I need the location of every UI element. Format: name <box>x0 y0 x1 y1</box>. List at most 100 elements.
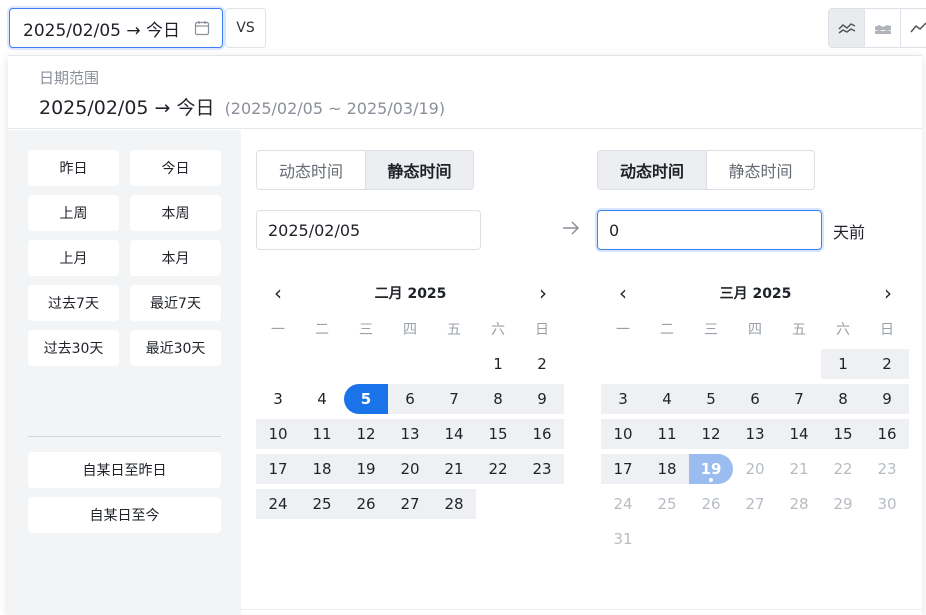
calendar-day[interactable]: 3 <box>256 384 300 414</box>
calendar-day[interactable]: 20 <box>388 454 432 484</box>
compare-button[interactable]: VS <box>225 8 266 48</box>
calendar-day[interactable]: 26 <box>344 489 388 519</box>
calendar-day[interactable]: 21 <box>777 454 821 484</box>
calendar-day[interactable]: 19 <box>344 454 388 484</box>
calendar-day[interactable]: 9 <box>520 384 564 414</box>
calendar-day[interactable]: 18 <box>300 454 344 484</box>
calendar-day[interactable]: 1 <box>476 349 520 379</box>
calendar-day[interactable]: 27 <box>733 489 777 519</box>
calendar-day[interactable]: 29 <box>821 489 865 519</box>
calendar-day[interactable]: 11 <box>300 419 344 449</box>
end-days-input[interactable]: 0 <box>597 210 822 250</box>
calendar-day[interactable]: 31 <box>601 524 645 554</box>
calendar-day[interactable]: 10 <box>601 419 645 449</box>
calendar-day[interactable]: 4 <box>300 384 344 414</box>
calendar-day[interactable]: 30 <box>865 489 909 519</box>
prev-month-button[interactable]: ‹ <box>266 281 290 305</box>
calendar-day[interactable]: 17 <box>256 454 300 484</box>
calendar-day[interactable]: 17 <box>601 454 645 484</box>
calendar-day[interactable]: 14 <box>432 419 476 449</box>
quick-yesterday-button[interactable]: 昨日 <box>28 150 119 186</box>
quick-since-to-yesterday-button[interactable]: 自某日至昨日 <box>28 452 221 488</box>
calendar-day[interactable]: 15 <box>476 419 520 449</box>
weekday-label: 一 <box>616 322 630 338</box>
calendar-day[interactable]: 23 <box>865 454 909 484</box>
date-range-input[interactable]: 2025/02/05 → 今日 <box>9 8 223 48</box>
quick-recent-7-button[interactable]: 最近7天 <box>130 285 221 321</box>
calendar-day[interactable]: 7 <box>432 384 476 414</box>
calendar-day[interactable]: 22 <box>476 454 520 484</box>
end-static-tab[interactable]: 静态时间 <box>706 151 814 189</box>
calendar-day[interactable]: 10 <box>256 419 300 449</box>
calendar-day[interactable]: 19 <box>689 454 733 484</box>
calendar-day[interactable]: 4 <box>645 384 689 414</box>
calendar-day[interactable]: 18 <box>645 454 689 484</box>
toolbar: 2025/02/05 → 今日 VS <box>0 0 926 56</box>
end-dynamic-tab[interactable]: 动态时间 <box>598 151 706 189</box>
start-mode-toggle: 动态时间 静态时间 <box>256 150 474 190</box>
next-month-button[interactable]: › <box>876 281 900 305</box>
weekday-label: 三 <box>359 322 373 338</box>
calendar-day[interactable]: 22 <box>821 454 865 484</box>
quick-last-month-button[interactable]: 上月 <box>28 240 119 276</box>
date-range-value: 2025/02/05 → 今日 <box>23 20 181 41</box>
area-chart-button[interactable] <box>865 9 901 47</box>
range-resolved: (2025/02/05 ~ 2025/03/19) <box>224 99 446 118</box>
weekday-label: 五 <box>447 322 461 338</box>
calendar-day[interactable]: 13 <box>733 419 777 449</box>
line-chart-icon <box>837 23 855 34</box>
calendar-day[interactable]: 20 <box>733 454 777 484</box>
next-month-button[interactable]: › <box>531 281 555 305</box>
calendar-day[interactable]: 24 <box>256 489 300 519</box>
popup-header-label: 日期范围 <box>39 69 100 87</box>
start-dynamic-tab[interactable]: 动态时间 <box>257 151 365 189</box>
calendar-day[interactable]: 15 <box>821 419 865 449</box>
quick-recent-30-button[interactable]: 最近30天 <box>130 330 221 366</box>
calendar-day[interactable]: 26 <box>689 489 733 519</box>
calendar-day[interactable]: 2 <box>865 349 909 379</box>
calendar-day[interactable]: 9 <box>865 384 909 414</box>
calendar-day[interactable]: 13 <box>388 419 432 449</box>
calendar-day[interactable]: 6 <box>733 384 777 414</box>
quick-this-week-button[interactable]: 本周 <box>130 195 221 231</box>
prev-month-button[interactable]: ‹ <box>611 281 635 305</box>
calendar-right-header: ‹ 三月 2025 › <box>611 281 900 305</box>
bar-chart-button[interactable] <box>901 9 926 47</box>
calendar-day[interactable]: 1 <box>821 349 865 379</box>
calendar-day[interactable]: 3 <box>601 384 645 414</box>
calendar-day[interactable]: 16 <box>865 419 909 449</box>
calendar-day[interactable]: 28 <box>432 489 476 519</box>
panel-footer-divider <box>241 609 922 610</box>
calendar-day[interactable]: 27 <box>388 489 432 519</box>
range-summary: 2025/02/05 → 今日 <box>39 97 215 119</box>
calendar-day[interactable]: 8 <box>476 384 520 414</box>
calendar-day[interactable]: 5 <box>344 384 388 414</box>
calendar-day[interactable]: 11 <box>645 419 689 449</box>
quick-this-month-button[interactable]: 本月 <box>130 240 221 276</box>
calendar-day[interactable]: 14 <box>777 419 821 449</box>
quick-past-7-button[interactable]: 过去7天 <box>28 285 119 321</box>
calendar-day[interactable]: 16 <box>520 419 564 449</box>
quick-today-button[interactable]: 今日 <box>130 150 221 186</box>
calendar-day[interactable]: 5 <box>689 384 733 414</box>
quick-past-30-button[interactable]: 过去30天 <box>28 330 119 366</box>
calendar-day[interactable]: 6 <box>388 384 432 414</box>
start-static-tab[interactable]: 静态时间 <box>365 151 473 189</box>
weekday-label: 三 <box>704 322 718 338</box>
calendar-day[interactable]: 28 <box>777 489 821 519</box>
quick-since-to-today-button[interactable]: 自某日至今 <box>28 497 221 533</box>
calendar-day[interactable]: 23 <box>520 454 564 484</box>
weekday-label: 二 <box>315 322 329 338</box>
quick-last-week-button[interactable]: 上周 <box>28 195 119 231</box>
line-chart-button[interactable] <box>829 9 865 47</box>
calendar-day[interactable]: 12 <box>689 419 733 449</box>
calendar-day[interactable]: 8 <box>821 384 865 414</box>
calendar-day[interactable]: 12 <box>344 419 388 449</box>
calendar-day[interactable]: 7 <box>777 384 821 414</box>
calendar-day[interactable]: 24 <box>601 489 645 519</box>
start-date-input[interactable]: 2025/02/05 <box>256 210 481 250</box>
calendar-day[interactable]: 21 <box>432 454 476 484</box>
calendar-day[interactable]: 25 <box>645 489 689 519</box>
calendar-day[interactable]: 25 <box>300 489 344 519</box>
calendar-day[interactable]: 2 <box>520 349 564 379</box>
